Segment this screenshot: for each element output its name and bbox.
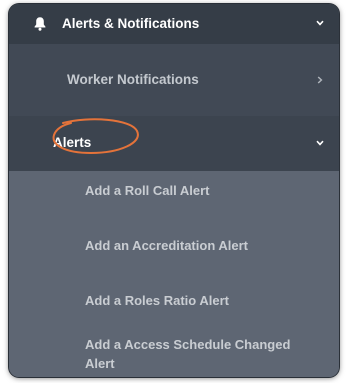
submenu-item-label: Add a Roles Ratio Alert <box>85 293 229 308</box>
menu-item-label: Alerts <box>53 135 92 150</box>
chevron-down-icon <box>315 18 325 28</box>
submenu-item-access-schedule-changed-alert[interactable]: Add a Access Schedule Changed Alert <box>9 335 339 377</box>
menu-item-label: Alerts & Notifications <box>62 16 200 31</box>
menu-item-label: Worker Notifications <box>67 72 199 87</box>
submenu-item-roles-ratio-alert[interactable]: Add a Roles Ratio Alert <box>9 281 339 335</box>
submenu-item-label: Add a Access Schedule Changed Alert <box>85 337 291 371</box>
submenu-item-label: Add an Accreditation Alert <box>85 238 249 253</box>
menu-item-alerts[interactable]: Alerts <box>9 116 339 171</box>
alerts-submenu: Add a Roll Call Alert Add an Accreditati… <box>9 171 339 377</box>
chevron-down-icon <box>315 138 325 148</box>
submenu-item-roll-call-alert[interactable]: Add a Roll Call Alert <box>9 171 339 225</box>
menu-item-worker-notifications[interactable]: Worker Notifications <box>9 44 339 116</box>
chevron-right-icon <box>315 75 325 85</box>
bell-icon <box>34 17 46 31</box>
submenu-item-label: Add a Roll Call Alert <box>85 183 210 198</box>
submenu-item-accreditation-alert[interactable]: Add an Accreditation Alert <box>9 225 339 281</box>
navigation-menu: Alerts & Notifications Worker Notificati… <box>9 4 339 377</box>
menu-item-alerts-notifications[interactable]: Alerts & Notifications <box>9 4 339 44</box>
